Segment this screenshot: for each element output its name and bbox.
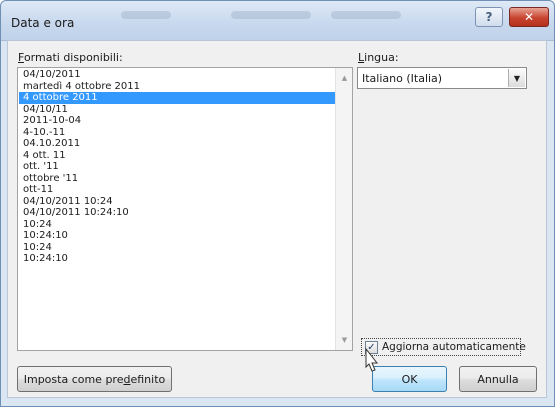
format-list-item[interactable]: 04/10/2011 10:24:10	[19, 207, 335, 219]
title-bar[interactable]: Data e ora ? ✕	[1, 1, 554, 41]
background-blur-decoration	[231, 11, 311, 19]
format-list-item[interactable]: 04/10/2011 10:24	[19, 196, 335, 208]
close-button[interactable]: ✕	[509, 7, 549, 27]
format-list-item[interactable]: 10:24:10	[19, 253, 335, 265]
format-list-item[interactable]: 10:24	[19, 242, 335, 254]
language-select-value: Italiano (Italia)	[362, 72, 443, 85]
cancel-button[interactable]: Annulla	[459, 366, 537, 392]
auto-update-option[interactable]: ✓ Aggiorna automaticamente	[361, 338, 526, 356]
formats-scrollbar[interactable]: ▲ ▼	[335, 68, 352, 350]
scroll-up-arrow-icon[interactable]: ▲	[336, 70, 353, 86]
set-default-label-end: efinito	[130, 372, 166, 386]
close-icon: ✕	[523, 10, 535, 24]
format-list-item[interactable]: 10:24:10	[19, 230, 335, 242]
auto-update-label[interactable]: Aggiorna automaticamente	[382, 341, 526, 353]
formats-listbox[interactable]: 04/10/2011 martedì 4 ottobre 2011 4 ottobr…	[17, 67, 353, 351]
formats-label-text: ormati disponibili:	[23, 51, 123, 64]
mouse-pointer-icon	[365, 347, 379, 372]
language-select[interactable]: Italiano (Italia) ▼	[357, 67, 527, 89]
format-list-item[interactable]: 4 ott. 11	[19, 150, 335, 162]
cancel-button-label: Annulla	[477, 372, 519, 386]
format-list-item[interactable]: ott-11	[19, 184, 335, 196]
formats-list[interactable]: 04/10/2011 martedì 4 ottobre 2011 4 ottobr…	[19, 69, 335, 265]
chevron-down-icon[interactable]: ▼	[508, 69, 525, 87]
format-list-item[interactable]: 4-10.-11	[19, 127, 335, 139]
format-list-item[interactable]: 2011-10-04	[19, 115, 335, 127]
help-icon: ?	[485, 10, 493, 24]
formats-label: Formati disponibili:	[18, 51, 123, 64]
set-default-label-start: Imposta come pre	[23, 372, 124, 386]
format-list-item[interactable]: 10:24	[19, 219, 335, 231]
background-blur-decoration	[331, 11, 401, 19]
set-default-button[interactable]: Imposta come pre d efinito	[17, 366, 172, 392]
format-list-item[interactable]: martedì 4 ottobre 2011	[19, 81, 335, 93]
help-button[interactable]: ?	[475, 7, 503, 27]
set-default-access-key: d	[123, 372, 131, 386]
format-list-item[interactable]: 04.10.2011	[19, 138, 335, 150]
format-list-item[interactable]: 04/10/11	[19, 104, 335, 116]
scroll-down-arrow-icon[interactable]: ▼	[336, 332, 353, 348]
dialog-title: Data e ora	[11, 16, 75, 30]
background-blur-decoration	[121, 11, 171, 19]
ok-button-label: OK	[401, 372, 418, 386]
format-list-item[interactable]: ott. '11	[19, 161, 335, 173]
ok-button[interactable]: OK	[372, 366, 447, 392]
format-list-item[interactable]: 4 ottobre 2011	[19, 92, 335, 104]
language-label-text: ingua:	[364, 51, 399, 64]
language-label: Lingua:	[358, 51, 399, 64]
format-list-item[interactable]: ottobre '11	[19, 173, 335, 185]
format-list-item[interactable]: 04/10/2011	[19, 69, 335, 81]
